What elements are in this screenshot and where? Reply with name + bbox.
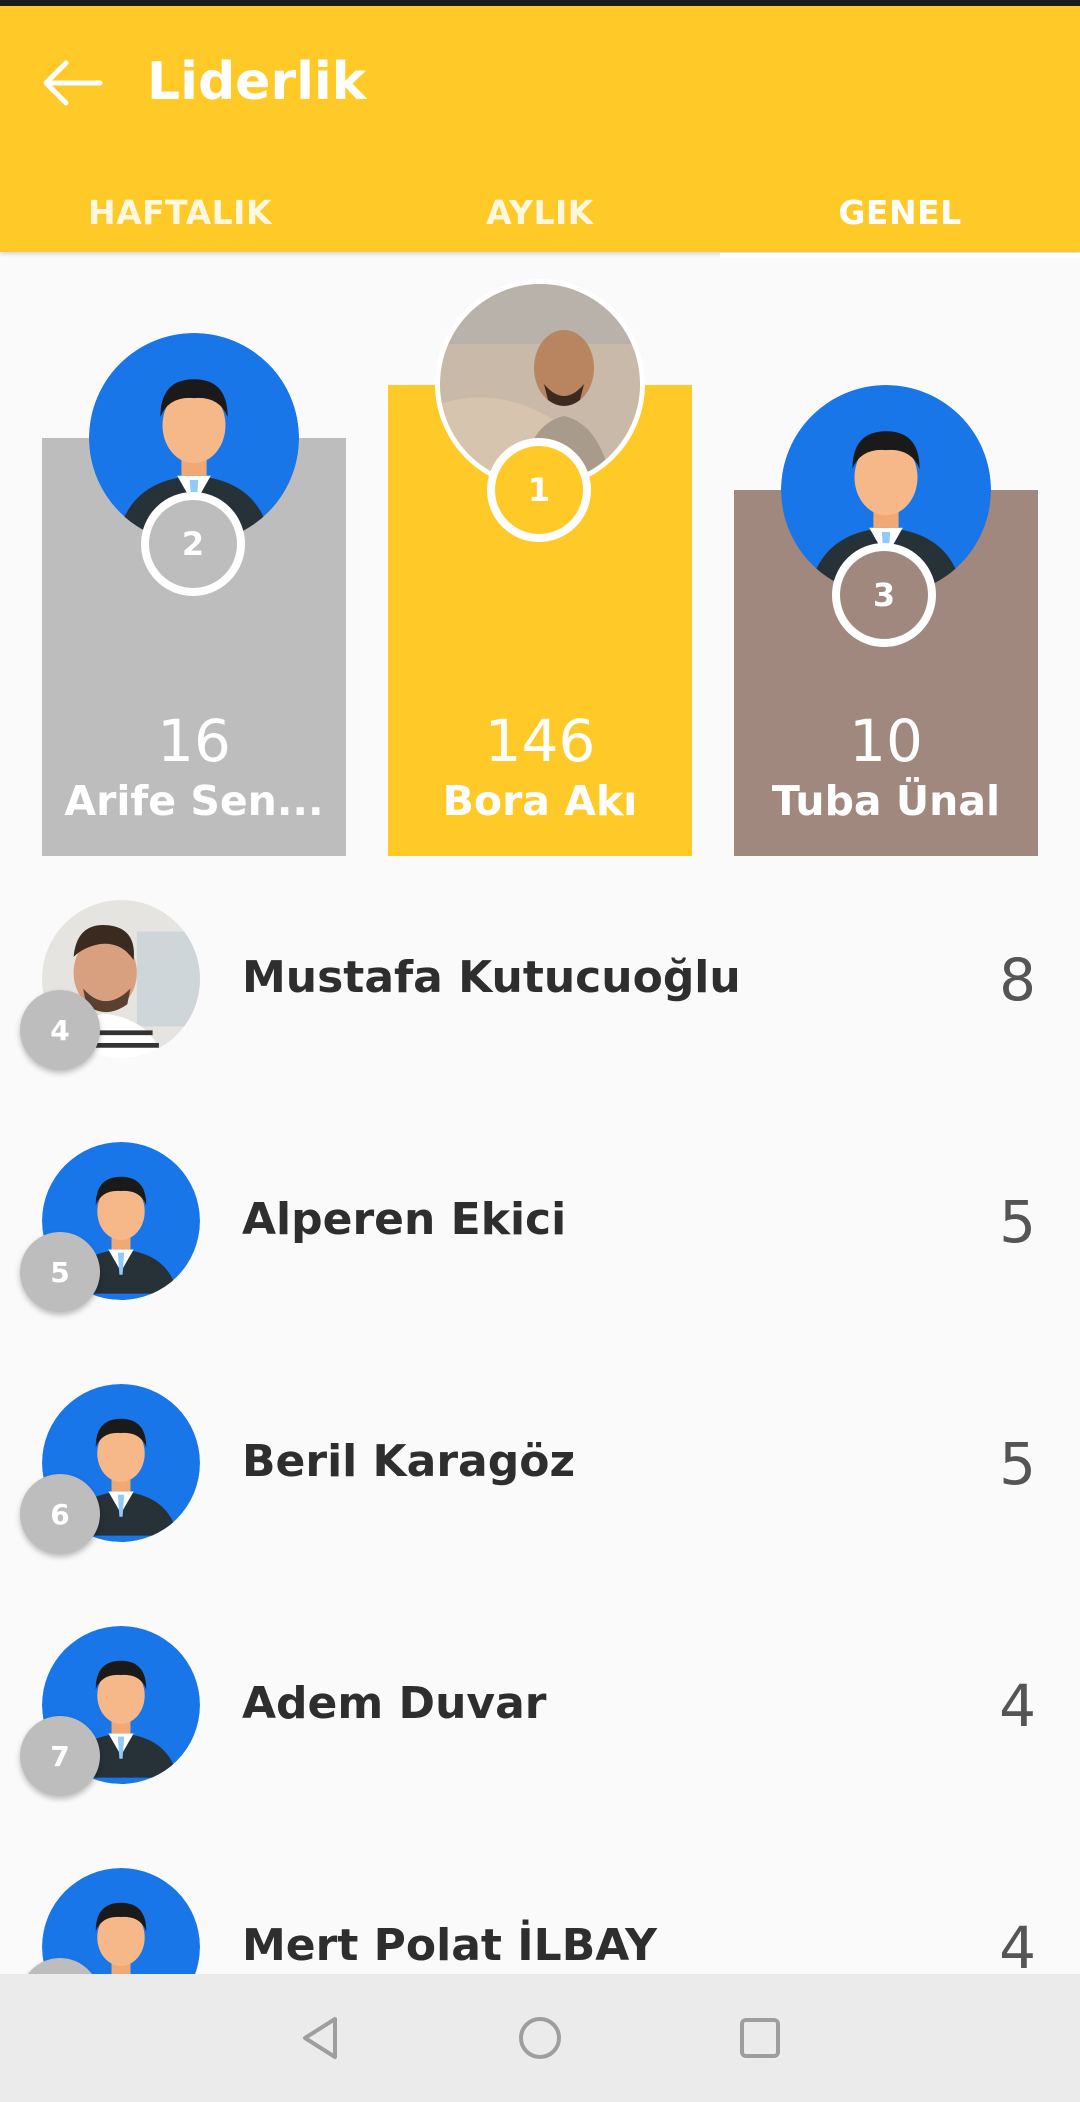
podium-third-rank: 3: [872, 576, 896, 614]
leader-score: 4: [999, 1914, 1036, 1974]
podium-first-score: 146: [484, 707, 596, 775]
podium-second-rank-badge: 2: [141, 492, 245, 596]
podium-second-name: Arife Sen...: [64, 777, 324, 825]
leader-name: Beril Karagöz: [242, 1436, 576, 1487]
podium-third-rank-badge: 3: [832, 543, 936, 647]
system-nav-bar: [0, 1974, 1080, 2102]
podium-second-rank: 2: [181, 525, 205, 563]
leader-score: 8: [999, 946, 1036, 1014]
rank-badge: 5: [20, 1232, 100, 1312]
nav-home-button[interactable]: [430, 1974, 650, 2102]
nav-home-icon: [519, 2017, 561, 2059]
list-item[interactable]: 6 Beril Karagöz 5: [0, 1344, 1080, 1586]
podium-first-rank-badge: 1: [487, 438, 591, 542]
rank-badge: 6: [20, 1474, 100, 1554]
podium-third-name: Tuba Ünal: [771, 777, 1001, 825]
podium-first-rank: 1: [527, 471, 551, 509]
rank-badge: 4: [20, 990, 100, 1070]
podium-second-score: 16: [157, 707, 231, 775]
leader-name: Alperen Ekici: [242, 1194, 567, 1245]
leader-score: 5: [999, 1188, 1036, 1256]
nav-back-button[interactable]: [210, 1974, 430, 2102]
leader-name: Mert Polat İLBAY: [242, 1920, 657, 1971]
podium-third-score: 10: [849, 707, 923, 775]
rank-badge: 7: [20, 1716, 100, 1796]
nav-recents-button[interactable]: [650, 1974, 870, 2102]
leaderboard-list: 4 Mustafa Kutucuoğlu 8 5 Alperen Ekici 5: [0, 860, 1080, 1974]
leader-score: 5: [999, 1430, 1036, 1498]
podium-first-name: Bora Akı: [442, 777, 638, 825]
leader-name: Adem Duvar: [242, 1678, 547, 1729]
nav-recents-icon: [740, 2018, 780, 2058]
list-item[interactable]: 7 Adem Duvar 4: [0, 1586, 1080, 1828]
nav-back-icon: [303, 2017, 337, 2059]
podium: 16 Arife Sen... 2 146 Bora Akı 1 10 Tuba…: [0, 0, 1080, 860]
leader-name: Mustafa Kutucuoğlu: [242, 952, 741, 1003]
list-item[interactable]: 4 Mustafa Kutucuoğlu 8: [0, 860, 1080, 1102]
leader-score: 4: [999, 1672, 1036, 1740]
list-item[interactable]: 5 Alperen Ekici 5: [0, 1102, 1080, 1344]
list-item[interactable]: 8 Mert Polat İLBAY 4: [0, 1828, 1080, 1974]
